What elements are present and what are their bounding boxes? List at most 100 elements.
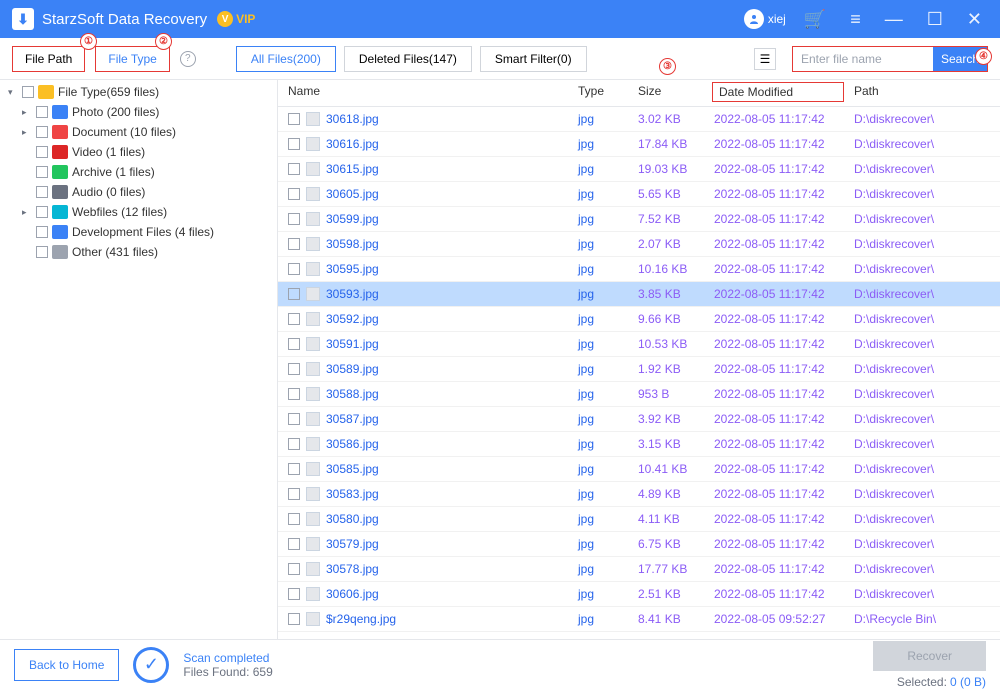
tree-item[interactable]: Video (1 files)	[0, 142, 277, 162]
checkbox[interactable]	[288, 438, 300, 450]
tree-item[interactable]: Audio (0 files)	[0, 182, 277, 202]
checkbox[interactable]	[288, 163, 300, 175]
file-name: 30605.jpg	[326, 187, 379, 201]
tree-item-label: Archive (1 files)	[72, 165, 273, 179]
checkbox[interactable]	[288, 463, 300, 475]
table-row[interactable]: 30585.jpg jpg 10.41 KB 2022-08-05 11:17:…	[278, 457, 1000, 482]
file-name: 30595.jpg	[326, 262, 379, 276]
table-row[interactable]: 30605.jpg jpg 5.65 KB 2022-08-05 11:17:4…	[278, 182, 1000, 207]
checkbox[interactable]	[288, 263, 300, 275]
tree-item[interactable]: Other (431 files)	[0, 242, 277, 262]
checkbox[interactable]	[36, 166, 48, 178]
checkbox[interactable]	[288, 313, 300, 325]
file-type: jpg	[578, 387, 638, 401]
col-size[interactable]: Size	[638, 84, 712, 102]
checkbox[interactable]	[288, 563, 300, 575]
file-path: D:\Recycle Bin\	[844, 612, 1000, 626]
file-path: D:\diskrecover\	[844, 312, 1000, 326]
back-to-home-button[interactable]: Back to Home	[14, 649, 119, 681]
table-row[interactable]: 30593.jpg jpg 3.85 KB 2022-08-05 11:17:4…	[278, 282, 1000, 307]
maximize-button[interactable]: ☐	[921, 9, 949, 30]
col-type[interactable]: Type	[578, 84, 638, 102]
table-body: 30618.jpg jpg 3.02 KB 2022-08-05 11:17:4…	[278, 107, 1000, 639]
table-row[interactable]: 30591.jpg jpg 10.53 KB 2022-08-05 11:17:…	[278, 332, 1000, 357]
table-row[interactable]: 30595.jpg jpg 10.16 KB 2022-08-05 11:17:…	[278, 257, 1000, 282]
table-row[interactable]: 30616.jpg jpg 17.84 KB 2022-08-05 11:17:…	[278, 132, 1000, 157]
checkbox[interactable]	[288, 513, 300, 525]
table-row[interactable]: 30606.jpg jpg 2.51 KB 2022-08-05 11:17:4…	[278, 582, 1000, 607]
search-input[interactable]	[793, 47, 933, 71]
tree-item[interactable]: ▸ Document (10 files)	[0, 122, 277, 142]
col-date-modified[interactable]: Date Modified	[712, 82, 844, 102]
table-row[interactable]: 30587.jpg jpg 3.92 KB 2022-08-05 11:17:4…	[278, 407, 1000, 432]
tree-root[interactable]: ▾ File Type(659 files)	[0, 82, 277, 102]
checkbox[interactable]	[288, 363, 300, 375]
file-name: 30583.jpg	[326, 487, 379, 501]
table-row[interactable]: 30618.jpg jpg 3.02 KB 2022-08-05 11:17:4…	[278, 107, 1000, 132]
checkbox[interactable]	[288, 338, 300, 350]
table-row[interactable]: 30598.jpg jpg 2.07 KB 2022-08-05 11:17:4…	[278, 232, 1000, 257]
checkbox[interactable]	[288, 213, 300, 225]
file-icon	[306, 112, 320, 126]
checkbox[interactable]	[288, 538, 300, 550]
table-row[interactable]: 30583.jpg jpg 4.89 KB 2022-08-05 11:17:4…	[278, 482, 1000, 507]
user-account[interactable]: xiej	[744, 9, 786, 29]
list-view-icon[interactable]: ☰	[754, 48, 776, 70]
checkbox[interactable]	[288, 288, 300, 300]
checkbox[interactable]	[36, 106, 48, 118]
file-name: 30591.jpg	[326, 337, 379, 351]
checkbox[interactable]	[36, 146, 48, 158]
tree-item[interactable]: Development Files (4 files)	[0, 222, 277, 242]
vip-badge[interactable]: VVIP	[217, 11, 255, 27]
cart-icon[interactable]: 🛒	[798, 9, 832, 30]
recover-button[interactable]: Recover	[873, 641, 986, 671]
table-row[interactable]: 30588.jpg jpg 953 B 2022-08-05 11:17:42 …	[278, 382, 1000, 407]
table-row[interactable]: 30615.jpg jpg 19.03 KB 2022-08-05 11:17:…	[278, 157, 1000, 182]
table-row[interactable]: 30589.jpg jpg 1.92 KB 2022-08-05 11:17:4…	[278, 357, 1000, 382]
table-row[interactable]: 30586.jpg jpg 3.15 KB 2022-08-05 11:17:4…	[278, 432, 1000, 457]
menu-icon[interactable]: ≡	[844, 9, 867, 30]
checkbox[interactable]	[36, 186, 48, 198]
deleted-files-filter[interactable]: Deleted Files(147)	[344, 46, 472, 72]
file-size: 5.65 KB	[638, 187, 712, 201]
checkbox[interactable]	[288, 388, 300, 400]
checkbox[interactable]	[288, 238, 300, 250]
checkbox[interactable]	[288, 588, 300, 600]
file-date: 2022-08-05 11:17:42	[712, 387, 844, 401]
tree-item[interactable]: ▸ Webfiles (12 files)	[0, 202, 277, 222]
checkbox[interactable]	[36, 246, 48, 258]
smart-filter[interactable]: Smart Filter(0)	[480, 46, 587, 72]
checkbox[interactable]	[288, 488, 300, 500]
file-date: 2022-08-05 09:52:27	[712, 612, 844, 626]
checkbox[interactable]	[36, 126, 48, 138]
close-button[interactable]: ✕	[961, 9, 988, 30]
tree-item[interactable]: ▸ Photo (200 files)	[0, 102, 277, 122]
table-row[interactable]: 30578.jpg jpg 17.77 KB 2022-08-05 11:17:…	[278, 557, 1000, 582]
file-path-tab[interactable]: File Path	[12, 46, 85, 72]
category-icon	[52, 205, 68, 219]
table-row[interactable]: 30592.jpg jpg 9.66 KB 2022-08-05 11:17:4…	[278, 307, 1000, 332]
table-row[interactable]: 30580.jpg jpg 4.11 KB 2022-08-05 11:17:4…	[278, 507, 1000, 532]
checkbox[interactable]	[288, 113, 300, 125]
table-row[interactable]: $r29qeng.jpg jpg 8.41 KB 2022-08-05 09:5…	[278, 607, 1000, 632]
table-row[interactable]: 30599.jpg jpg 7.52 KB 2022-08-05 11:17:4…	[278, 207, 1000, 232]
help-icon[interactable]: ?	[180, 51, 196, 67]
file-type-tab[interactable]: File Type	[95, 46, 169, 72]
col-name[interactable]: Name	[278, 84, 578, 102]
checkbox[interactable]	[288, 613, 300, 625]
checkbox[interactable]	[288, 413, 300, 425]
checkbox[interactable]	[36, 206, 48, 218]
file-name: 30616.jpg	[326, 137, 379, 151]
tree-item[interactable]: Archive (1 files)	[0, 162, 277, 182]
checkbox[interactable]	[288, 138, 300, 150]
minimize-button[interactable]: —	[879, 9, 909, 30]
checkbox[interactable]	[22, 86, 34, 98]
file-type: jpg	[578, 587, 638, 601]
checkbox[interactable]	[288, 188, 300, 200]
col-path[interactable]: Path	[844, 84, 1000, 102]
scan-info: Scan completed Files Found: 659	[183, 651, 272, 679]
all-files-filter[interactable]: All Files(200)	[236, 46, 336, 72]
file-date: 2022-08-05 11:17:42	[712, 187, 844, 201]
checkbox[interactable]	[36, 226, 48, 238]
table-row[interactable]: 30579.jpg jpg 6.75 KB 2022-08-05 11:17:4…	[278, 532, 1000, 557]
